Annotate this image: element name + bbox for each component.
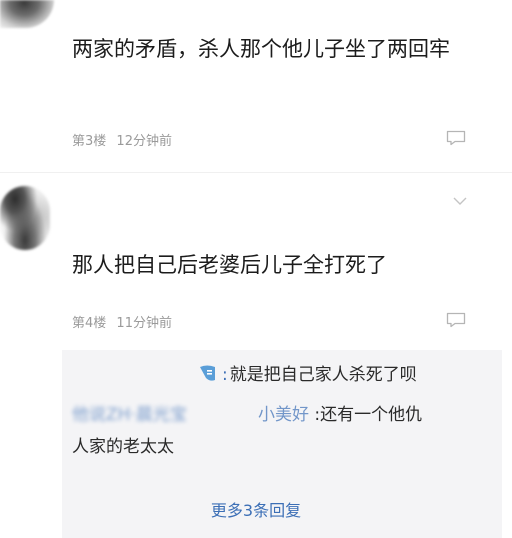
reply-author[interactable]: 小美好: [258, 405, 309, 425]
floor-number: 第3楼: [72, 134, 107, 149]
divider: [0, 172, 512, 173]
reply-text-continued: 人家的老太太: [72, 437, 174, 457]
reply-colon: :: [222, 365, 228, 385]
user-badge-icon: [198, 363, 218, 383]
comment-bubble-icon[interactable]: [446, 312, 466, 328]
reply-item[interactable]: : 就是把自己家人杀死了呗: [198, 362, 417, 388]
reply-author-blurred[interactable]: 他说ZH·晨光宝: [72, 402, 187, 428]
more-replies-link[interactable]: 更多3条回复: [0, 497, 512, 521]
avatar[interactable]: [0, 0, 54, 28]
comment-meta: 第4楼 11分钟前: [72, 312, 172, 331]
comment-time: 11分钟前: [116, 316, 172, 331]
comment-text: 两家的矛盾，杀人那个他儿子坐了两回牢: [72, 37, 450, 61]
floor-number: 第4楼: [72, 316, 107, 331]
comment-meta: 第3楼 12分钟前: [72, 130, 172, 149]
comment-text: 那人把自己后老婆后儿子全打死了: [72, 253, 387, 277]
comment-bubble-icon[interactable]: [446, 130, 466, 146]
chevron-down-icon[interactable]: [452, 192, 468, 205]
avatar[interactable]: [0, 186, 50, 250]
reply-text: 就是把自己家人杀死了呗: [229, 365, 417, 385]
reply-text: :还有一个他仇: [314, 405, 423, 425]
reply-item[interactable]: 小美好 :还有一个他仇: [258, 402, 422, 428]
comment-time: 12分钟前: [116, 134, 172, 149]
